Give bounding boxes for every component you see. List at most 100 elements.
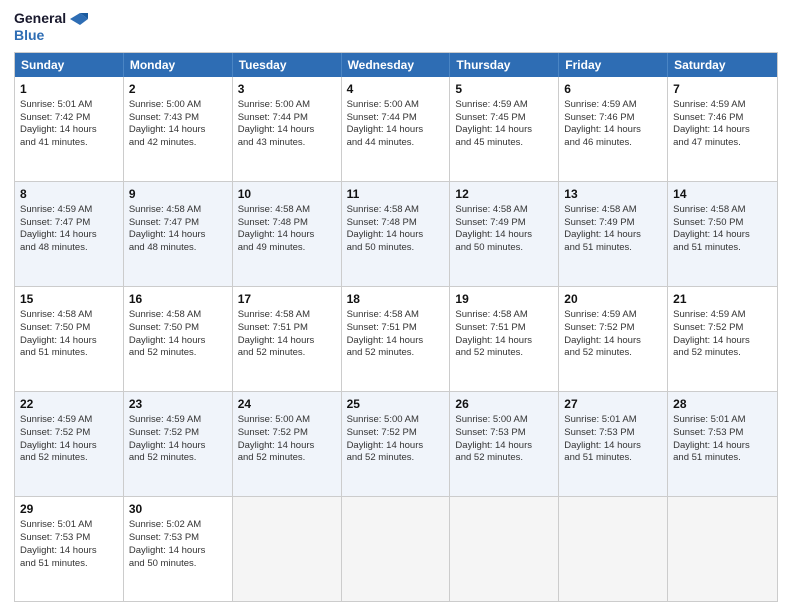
cell-line: Sunset: 7:52 PM (20, 427, 118, 440)
day-number: 16 (129, 291, 227, 307)
header-day-friday: Friday (559, 53, 668, 77)
calendar-cell: 17Sunrise: 4:58 AMSunset: 7:51 PMDayligh… (233, 287, 342, 391)
day-number: 2 (129, 81, 227, 97)
cell-line: Sunrise: 4:59 AM (564, 99, 662, 112)
cell-line: and 52 minutes. (238, 347, 336, 360)
calendar-cell (559, 497, 668, 601)
day-number: 25 (347, 396, 445, 412)
cell-line: and 52 minutes. (129, 452, 227, 465)
cell-line: Sunset: 7:53 PM (129, 532, 227, 545)
day-number: 24 (238, 396, 336, 412)
cell-line: Sunset: 7:52 PM (564, 322, 662, 335)
cell-line: Daylight: 14 hours (673, 440, 772, 453)
cell-line: Sunrise: 4:58 AM (564, 204, 662, 217)
cell-line: Sunrise: 4:59 AM (673, 99, 772, 112)
cell-line: and 52 minutes. (238, 452, 336, 465)
cell-line: Sunrise: 4:58 AM (347, 204, 445, 217)
cell-line: Sunset: 7:43 PM (129, 112, 227, 125)
cell-line: Daylight: 14 hours (129, 440, 227, 453)
header-day-monday: Monday (124, 53, 233, 77)
cell-line: Daylight: 14 hours (564, 440, 662, 453)
calendar-cell: 2Sunrise: 5:00 AMSunset: 7:43 PMDaylight… (124, 77, 233, 181)
day-number: 8 (20, 186, 118, 202)
day-number: 6 (564, 81, 662, 97)
calendar-cell: 8Sunrise: 4:59 AMSunset: 7:47 PMDaylight… (15, 182, 124, 286)
calendar-cell: 6Sunrise: 4:59 AMSunset: 7:46 PMDaylight… (559, 77, 668, 181)
cell-line: Sunset: 7:51 PM (238, 322, 336, 335)
header: General Blue (14, 10, 778, 44)
cell-line: and 50 minutes. (129, 558, 227, 571)
cell-line: Daylight: 14 hours (347, 440, 445, 453)
cell-line: Daylight: 14 hours (20, 440, 118, 453)
cell-line: Daylight: 14 hours (20, 229, 118, 242)
cell-line: Sunrise: 4:59 AM (564, 309, 662, 322)
day-number: 3 (238, 81, 336, 97)
cell-line: Sunset: 7:47 PM (20, 217, 118, 230)
cell-line: Sunrise: 4:58 AM (673, 204, 772, 217)
day-number: 14 (673, 186, 772, 202)
day-number: 22 (20, 396, 118, 412)
cell-line: Daylight: 14 hours (455, 124, 553, 137)
cell-line: Daylight: 14 hours (238, 124, 336, 137)
cell-line: Sunset: 7:52 PM (238, 427, 336, 440)
calendar-cell: 14Sunrise: 4:58 AMSunset: 7:50 PMDayligh… (668, 182, 777, 286)
calendar-cell: 1Sunrise: 5:01 AMSunset: 7:42 PMDaylight… (15, 77, 124, 181)
cell-line: Sunset: 7:42 PM (20, 112, 118, 125)
cell-line: Sunrise: 5:00 AM (347, 414, 445, 427)
cell-line: Daylight: 14 hours (455, 440, 553, 453)
cell-line: Sunset: 7:45 PM (455, 112, 553, 125)
cell-line: Sunrise: 4:58 AM (347, 309, 445, 322)
day-number: 27 (564, 396, 662, 412)
calendar-row-4: 29Sunrise: 5:01 AMSunset: 7:53 PMDayligh… (15, 496, 777, 601)
cell-line: and 52 minutes. (347, 347, 445, 360)
cell-line: Daylight: 14 hours (564, 335, 662, 348)
cell-line: Sunset: 7:46 PM (564, 112, 662, 125)
page: General Blue SundayMondayTuesdayWednesda… (0, 0, 792, 612)
cell-line: Daylight: 14 hours (455, 229, 553, 242)
cell-line: Sunset: 7:51 PM (455, 322, 553, 335)
calendar-cell: 15Sunrise: 4:58 AMSunset: 7:50 PMDayligh… (15, 287, 124, 391)
cell-line: and 41 minutes. (20, 137, 118, 150)
day-number: 30 (129, 501, 227, 517)
cell-line: Sunset: 7:52 PM (673, 322, 772, 335)
calendar-cell: 20Sunrise: 4:59 AMSunset: 7:52 PMDayligh… (559, 287, 668, 391)
cell-line: Sunrise: 5:02 AM (129, 519, 227, 532)
day-number: 9 (129, 186, 227, 202)
cell-line: Daylight: 14 hours (673, 335, 772, 348)
cell-line: and 49 minutes. (238, 242, 336, 255)
header-day-sunday: Sunday (15, 53, 124, 77)
cell-line: and 52 minutes. (347, 452, 445, 465)
cell-line: and 52 minutes. (673, 347, 772, 360)
cell-line: and 51 minutes. (564, 242, 662, 255)
calendar-row-1: 8Sunrise: 4:59 AMSunset: 7:47 PMDaylight… (15, 181, 777, 286)
cell-line: Daylight: 14 hours (238, 440, 336, 453)
cell-line: and 48 minutes. (20, 242, 118, 255)
cell-line: Sunrise: 4:59 AM (455, 99, 553, 112)
cell-line: Sunset: 7:44 PM (347, 112, 445, 125)
cell-line: Sunrise: 4:58 AM (455, 309, 553, 322)
day-number: 13 (564, 186, 662, 202)
cell-line: Daylight: 14 hours (129, 335, 227, 348)
cell-line: Sunset: 7:52 PM (129, 427, 227, 440)
calendar-cell: 13Sunrise: 4:58 AMSunset: 7:49 PMDayligh… (559, 182, 668, 286)
day-number: 23 (129, 396, 227, 412)
cell-line: Daylight: 14 hours (238, 335, 336, 348)
cell-line: Daylight: 14 hours (129, 545, 227, 558)
cell-line: Sunset: 7:50 PM (20, 322, 118, 335)
cell-line: and 52 minutes. (455, 452, 553, 465)
cell-line: and 43 minutes. (238, 137, 336, 150)
cell-line: Daylight: 14 hours (673, 124, 772, 137)
cell-line: and 51 minutes. (673, 242, 772, 255)
calendar-header: SundayMondayTuesdayWednesdayThursdayFrid… (15, 53, 777, 77)
cell-line: Sunrise: 5:01 AM (564, 414, 662, 427)
day-number: 12 (455, 186, 553, 202)
logo-arrow-icon (70, 13, 88, 25)
header-day-wednesday: Wednesday (342, 53, 451, 77)
day-number: 18 (347, 291, 445, 307)
cell-line: Sunrise: 4:58 AM (455, 204, 553, 217)
day-number: 11 (347, 186, 445, 202)
cell-line: and 46 minutes. (564, 137, 662, 150)
cell-line: Sunset: 7:52 PM (347, 427, 445, 440)
calendar-cell: 16Sunrise: 4:58 AMSunset: 7:50 PMDayligh… (124, 287, 233, 391)
day-number: 4 (347, 81, 445, 97)
